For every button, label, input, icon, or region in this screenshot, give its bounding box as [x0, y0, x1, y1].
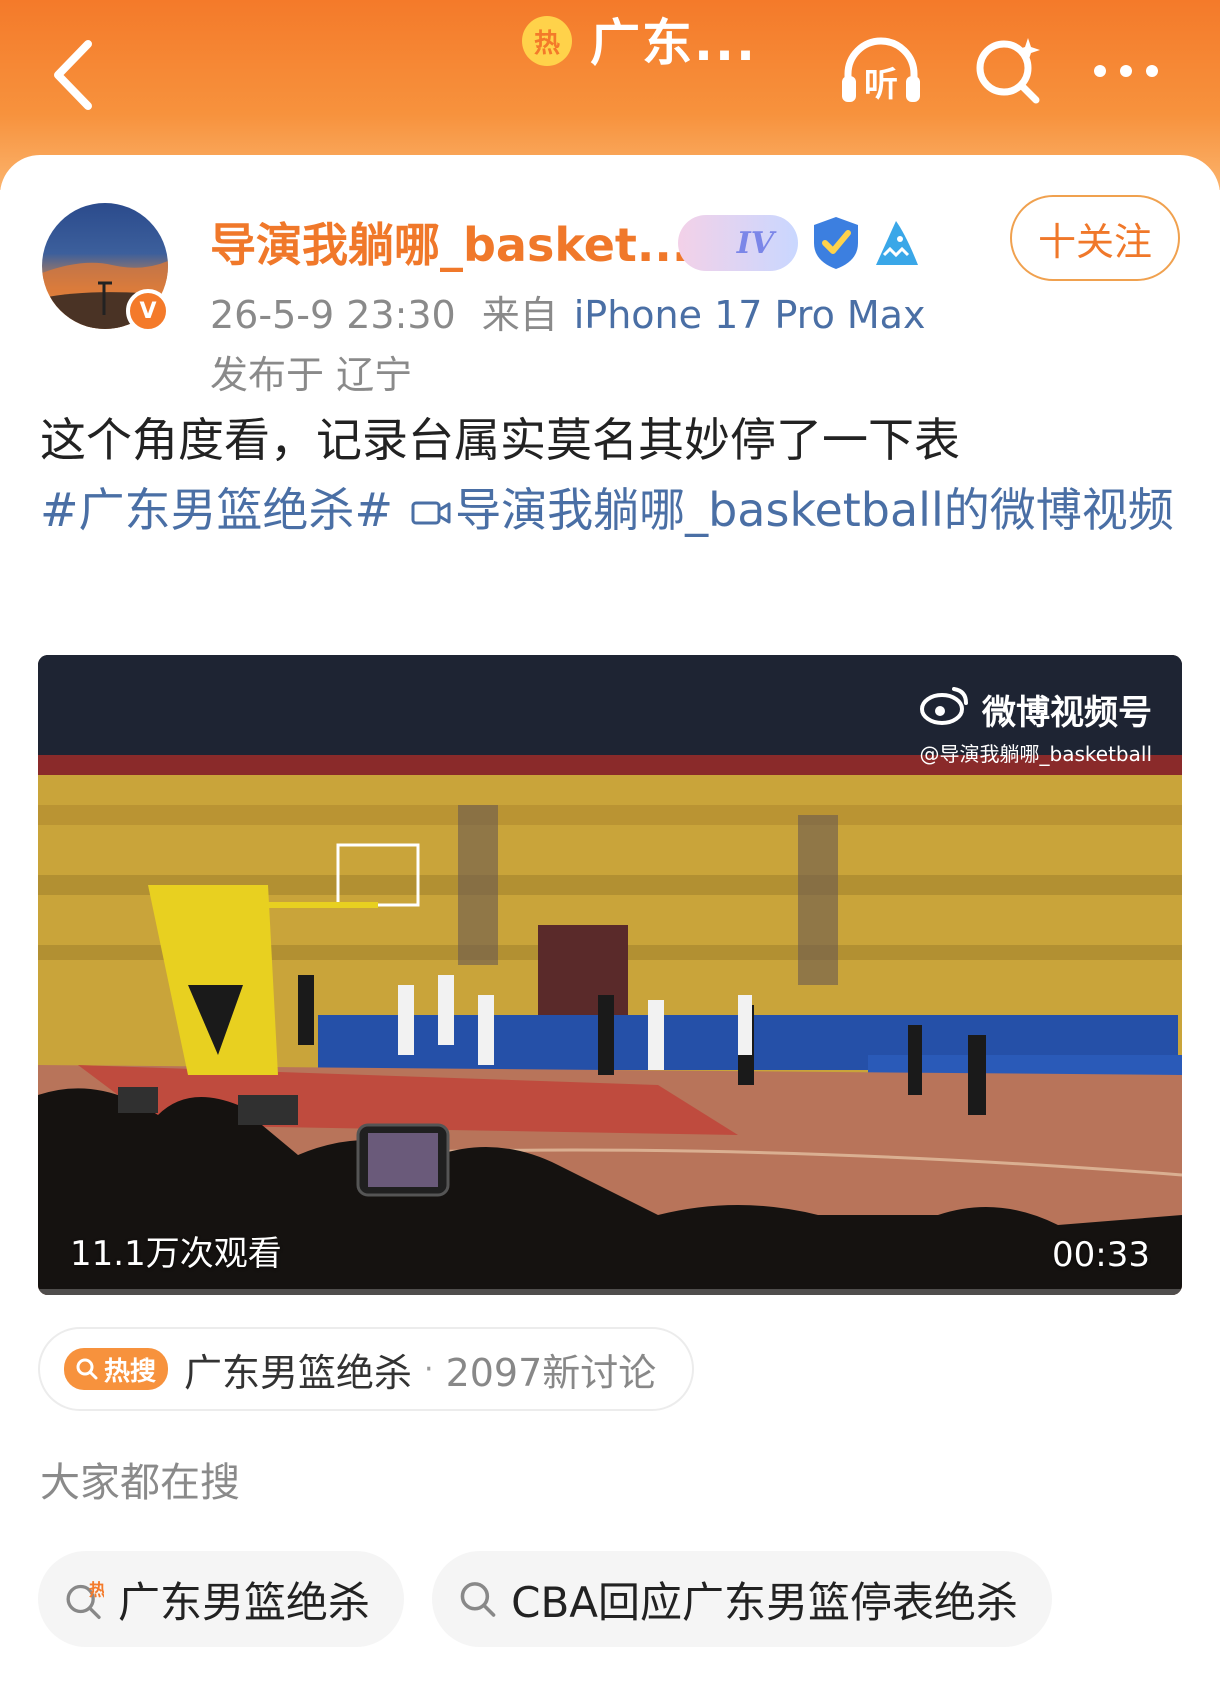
topic-link[interactable]: #广东男篮绝杀# — [40, 483, 393, 537]
more-icon — [1094, 65, 1158, 77]
watermark-user: @导演我躺哪_basketball — [919, 742, 1152, 766]
back-button[interactable] — [36, 30, 116, 120]
weibo-logo-icon — [919, 687, 968, 725]
username[interactable]: 导演我躺哪_basket... — [210, 213, 689, 277]
post-source-prefix: 来自 — [481, 293, 558, 337]
video-progress-bar[interactable] — [38, 1289, 1182, 1295]
hot-search-pill[interactable]: 热搜 广东男篮绝杀 · 2097新讨论 — [38, 1327, 694, 1411]
hot-search-icon: 热 — [66, 1580, 104, 1619]
watermark-brand: 微博视频号 — [982, 693, 1152, 733]
post-device[interactable]: iPhone 17 Pro Max — [574, 293, 926, 337]
video-player[interactable]: 微博视频号 @导演我躺哪_basketball 11.1万次观看 00:33 — [38, 655, 1182, 1295]
search-icon — [460, 1582, 496, 1617]
headphones-icon: 听 — [842, 37, 920, 105]
related-search-chip[interactable]: 热 广东男篮绝杀 — [38, 1551, 404, 1647]
related-search-chip[interactable]: CBA回应广东男篮停表绝杀 — [432, 1551, 1052, 1647]
follow-button[interactable]: 十关注 — [1010, 195, 1180, 281]
shield-icon[interactable] — [810, 213, 862, 271]
verified-v-icon: V — [126, 289, 170, 333]
page-title[interactable]: 广东... — [590, 8, 757, 78]
more-button[interactable] — [1086, 46, 1176, 96]
post-timestamp: 26-5-9 23:30 — [210, 293, 456, 337]
search-icon — [76, 1358, 98, 1380]
back-arrow-icon — [54, 40, 92, 110]
post-meta: 26-5-9 23:30 来自 iPhone 17 Pro Max — [210, 287, 925, 343]
post-card: V 导演我躺哪_basket... IV 十关注 26-5-9 23:30 来自 i… — [0, 155, 1220, 1692]
listen-button[interactable]: 听 — [836, 30, 926, 110]
hot-search-topic: 广东男篮绝杀 — [184, 1350, 413, 1395]
hot-search-tag: 热搜 — [64, 1348, 169, 1390]
separator-dot: · — [424, 1351, 434, 1387]
hot-search-tag-label: 热搜 — [104, 1356, 157, 1387]
related-search-label: CBA回应广东男篮停表绝杀 — [511, 1577, 1018, 1627]
post-location: 发布于 辽宁 — [210, 353, 413, 397]
search-icon — [976, 38, 1040, 104]
svg-text:热: 热 — [89, 1580, 104, 1600]
related-search-label: 广东男篮绝杀 — [117, 1577, 370, 1627]
level-badge[interactable]: IV — [678, 215, 798, 271]
listen-label: 听 — [864, 65, 898, 105]
post-text: 这个角度看，记录台属实莫名其妙停了一下表 — [40, 413, 960, 467]
video-watermark: 微博视频号 @导演我躺哪_basketball — [919, 685, 1152, 767]
hot-search-count: 2097新讨论 — [445, 1350, 657, 1395]
view-count: 11.1万次观看 — [70, 1234, 282, 1274]
shark-icon[interactable] — [872, 215, 922, 271]
video-link[interactable]: 导演我躺哪_basketball的微博视频 — [455, 483, 1174, 537]
search-button[interactable] — [970, 30, 1050, 110]
hot-badge: 热 — [522, 16, 572, 66]
related-searches-title: 大家都在搜 — [40, 1460, 240, 1506]
post-body: 这个角度看，记录台属实莫名其妙停了一下表 #广东男篮绝杀# 导演我躺哪_baske… — [40, 405, 1190, 545]
video-duration: 00:33 — [1052, 1235, 1150, 1275]
video-camera-icon — [411, 501, 451, 525]
